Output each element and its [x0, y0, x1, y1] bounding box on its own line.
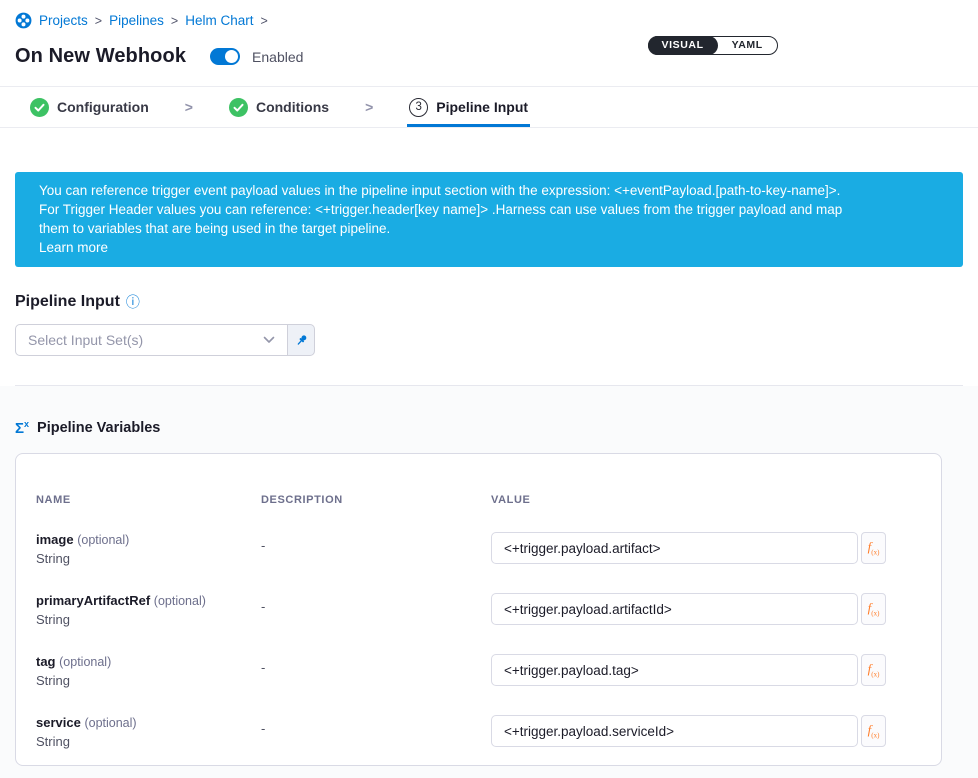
tab-label: Pipeline Input	[436, 99, 528, 115]
input-set-select[interactable]	[15, 324, 288, 356]
tab-pipeline-input[interactable]: 3 Pipeline Input	[409, 87, 528, 127]
visual-toggle-button[interactable]: VISUAL	[648, 36, 718, 55]
visual-yaml-toggle: VISUAL YAML	[648, 36, 778, 55]
breadcrumb: Projects > Pipelines > Helm Chart >	[15, 12, 963, 29]
check-circle-icon	[229, 98, 248, 117]
variable-value-input[interactable]	[491, 593, 858, 625]
expression-fx-button[interactable]: f(x)	[861, 593, 886, 625]
banner-text-line: For Trigger Header values you can refere…	[39, 200, 939, 219]
sigma-variables-icon: Σx	[15, 420, 29, 436]
variable-optional-tag: (optional)	[77, 533, 129, 547]
banner-text-line: You can reference trigger event payload …	[39, 181, 939, 200]
variable-type: String	[36, 734, 261, 750]
info-icon[interactable]: ⓘ	[126, 295, 140, 309]
chevron-right-icon: >	[260, 14, 267, 28]
table-row: tag (optional) String - f(x)	[36, 654, 941, 689]
variable-description: -	[261, 654, 491, 675]
wizard-tabbar: Configuration > Conditions > 3 Pipeline …	[0, 87, 978, 128]
variable-optional-tag: (optional)	[59, 655, 111, 669]
expression-fx-button[interactable]: f(x)	[861, 715, 886, 747]
tab-label: Configuration	[57, 99, 149, 115]
yaml-toggle-button[interactable]: YAML	[718, 36, 777, 55]
pin-icon	[294, 333, 309, 348]
table-row: image (optional) String - f(x)	[36, 532, 941, 567]
column-header-name: NAME	[36, 494, 261, 506]
toggle-knob	[225, 50, 238, 63]
expression-fx-button[interactable]: f(x)	[861, 532, 886, 564]
chevron-right-icon: >	[95, 14, 102, 28]
breadcrumb-link-helm-chart[interactable]: Helm Chart	[185, 13, 253, 28]
variables-table-card: NAME DESCRIPTION VALUE image (optional) …	[15, 453, 942, 766]
pipeline-input-heading: Pipeline Input	[15, 293, 120, 311]
enabled-toggle[interactable]	[210, 48, 240, 65]
tab-configuration[interactable]: Configuration	[30, 87, 149, 127]
variable-value-input[interactable]	[491, 654, 858, 686]
page-header: Projects > Pipelines > Helm Chart > On N…	[0, 0, 978, 87]
table-row: service (optional) String - f(x)	[36, 715, 941, 750]
info-banner: You can reference trigger event payload …	[15, 172, 963, 267]
step-number-icon: 3	[409, 98, 428, 117]
variable-description: -	[261, 715, 491, 736]
input-set-select-field[interactable]	[28, 332, 263, 348]
table-header: NAME DESCRIPTION VALUE	[36, 494, 941, 506]
page-title: On New Webhook	[15, 45, 186, 68]
variable-type: String	[36, 612, 261, 628]
pin-button[interactable]	[288, 324, 315, 356]
variable-name: image	[36, 532, 74, 547]
chevron-right-icon: >	[171, 14, 178, 28]
variable-value-input[interactable]	[491, 715, 858, 747]
variable-name: tag	[36, 654, 56, 669]
pipeline-variables-heading: Pipeline Variables	[37, 420, 160, 436]
banner-text-line: them to variables that are being used in…	[39, 219, 939, 238]
variable-optional-tag: (optional)	[154, 594, 206, 608]
table-row: primaryArtifactRef (optional) String - f…	[36, 593, 941, 628]
content-area: You can reference trigger event payload …	[0, 128, 978, 778]
learn-more-link[interactable]: Learn more	[39, 238, 939, 257]
chevron-right-icon: >	[365, 87, 373, 127]
tab-label: Conditions	[256, 99, 329, 115]
breadcrumb-link-pipelines[interactable]: Pipelines	[109, 13, 164, 28]
variable-optional-tag: (optional)	[84, 716, 136, 730]
column-header-value: VALUE	[491, 494, 886, 506]
breadcrumb-link-projects[interactable]: Projects	[39, 13, 88, 28]
variable-value-input[interactable]	[491, 532, 858, 564]
chevron-right-icon: >	[185, 87, 193, 127]
projects-icon	[15, 12, 32, 29]
check-circle-icon	[30, 98, 49, 117]
pipeline-variables-section: Σx Pipeline Variables NAME DESCRIPTION V…	[0, 386, 978, 778]
chevron-down-icon	[263, 336, 275, 344]
enabled-toggle-label: Enabled	[252, 49, 303, 65]
variable-name: service	[36, 715, 81, 730]
variable-description: -	[261, 532, 491, 553]
tab-conditions[interactable]: Conditions	[229, 87, 329, 127]
variable-description: -	[261, 593, 491, 614]
variable-name: primaryArtifactRef	[36, 593, 150, 608]
variable-type: String	[36, 551, 261, 567]
expression-fx-button[interactable]: f(x)	[861, 654, 886, 686]
column-header-description: DESCRIPTION	[261, 494, 491, 506]
variable-type: String	[36, 673, 261, 689]
